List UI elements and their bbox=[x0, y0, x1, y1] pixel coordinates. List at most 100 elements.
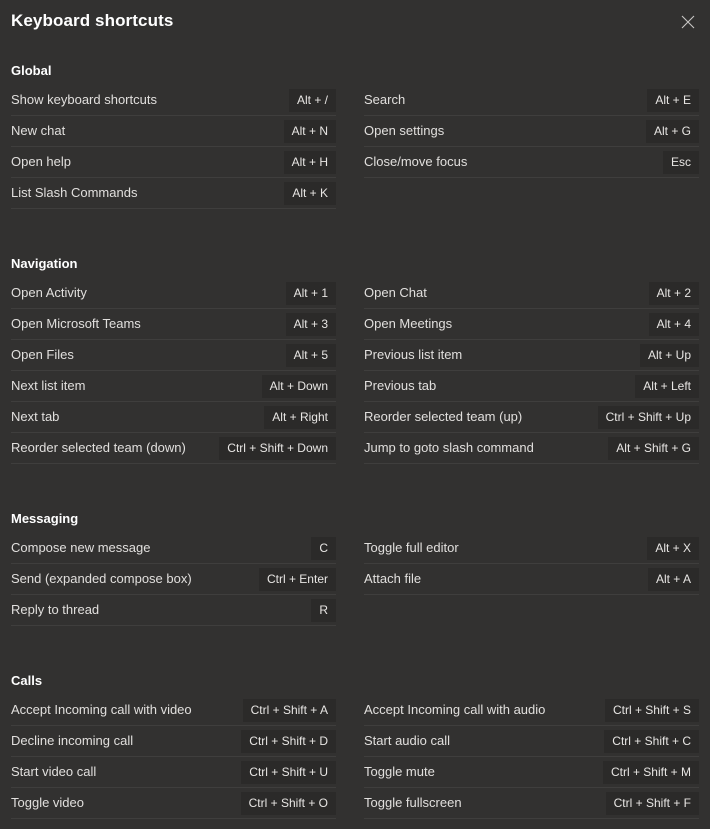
section-calls: Calls Accept Incoming call with video Ctrl… bbox=[0, 626, 710, 819]
shortcut-keys: Alt + H bbox=[283, 150, 336, 174]
shortcut-grid: Accept Incoming call with video Ctrl + Sh… bbox=[11, 695, 699, 819]
shortcut-label: Next list item bbox=[11, 378, 86, 393]
shortcut-label: Start video call bbox=[11, 764, 97, 779]
shortcut-keys: Alt + E bbox=[647, 88, 699, 112]
shortcut-column-right: Toggle full editor Alt + X Attach file Alt … bbox=[364, 533, 699, 626]
section-navigation: Navigation Open Activity Alt + 1 Open Micro… bbox=[0, 209, 710, 464]
shortcut-label: Show keyboard shortcuts bbox=[11, 92, 157, 107]
shortcut-label: Compose new message bbox=[11, 540, 151, 555]
shortcut-keys: Alt + N bbox=[283, 119, 336, 143]
shortcut-column-right: Open Chat Alt + 2 Open Meetings Alt + 4 Prev… bbox=[364, 278, 699, 464]
shortcut-row: Toggle video Ctrl + Shift + O bbox=[11, 788, 336, 819]
close-button[interactable] bbox=[672, 6, 704, 38]
shortcut-label: List Slash Commands bbox=[11, 185, 138, 200]
shortcut-label: Open Microsoft Teams bbox=[11, 316, 141, 331]
shortcut-keys: Alt + Down bbox=[261, 374, 336, 398]
shortcut-row: Open Files Alt + 5 bbox=[11, 340, 336, 371]
shortcut-row: Reorder selected team (down) Ctrl + Shift… bbox=[11, 433, 336, 464]
shortcut-row: Toggle full editor Alt + X bbox=[364, 533, 699, 564]
shortcut-label: Start audio call bbox=[364, 733, 450, 748]
shortcut-label: Previous tab bbox=[364, 378, 437, 393]
shortcut-keys: Alt + 1 bbox=[285, 281, 336, 305]
shortcut-column-left: Compose new message C Send (expanded compo… bbox=[11, 533, 336, 626]
shortcut-row: Previous tab Alt + Left bbox=[364, 371, 699, 402]
shortcut-keys: Ctrl + Shift + O bbox=[240, 791, 336, 815]
shortcut-keys: Ctrl + Shift + Up bbox=[597, 405, 699, 429]
shortcut-column-left: Open Activity Alt + 1 Open Microsoft Teams… bbox=[11, 278, 336, 464]
shortcut-keys: Alt + / bbox=[288, 88, 336, 112]
shortcut-keys: Esc bbox=[662, 150, 699, 174]
shortcut-label: Accept Incoming call with video bbox=[11, 702, 192, 717]
shortcut-label: Open Meetings bbox=[364, 316, 453, 331]
shortcut-label: Reply to thread bbox=[11, 602, 100, 617]
shortcut-label: Jump to goto slash command bbox=[364, 440, 534, 455]
shortcut-keys: Ctrl + Shift + U bbox=[241, 760, 336, 784]
shortcut-keys: Alt + Right bbox=[264, 405, 336, 429]
shortcut-row: Accept Incoming call with audio Ctrl + Sh… bbox=[364, 695, 699, 726]
shortcut-row: Start video call Ctrl + Shift + U bbox=[11, 757, 336, 788]
shortcut-label: Decline incoming call bbox=[11, 733, 134, 748]
shortcut-keys: Alt + 2 bbox=[648, 281, 699, 305]
shortcut-label: New chat bbox=[11, 123, 66, 138]
shortcut-label: Open Activity bbox=[11, 285, 87, 300]
shortcut-keys: Alt + 5 bbox=[285, 343, 336, 367]
section-messaging: Messaging Compose new message C Send (expan… bbox=[0, 464, 710, 626]
shortcut-row: Open Activity Alt + 1 bbox=[11, 278, 336, 309]
section-global: Global Show keyboard shortcuts Alt + / New … bbox=[0, 48, 710, 209]
shortcut-label: Toggle fullscreen bbox=[364, 795, 462, 810]
shortcut-column-right: Accept Incoming call with audio Ctrl + Sh… bbox=[364, 695, 699, 819]
shortcut-label: Open Files bbox=[11, 347, 74, 362]
shortcut-keys: Alt + X bbox=[647, 536, 699, 560]
shortcut-label: Open settings bbox=[364, 123, 445, 138]
close-icon bbox=[681, 15, 695, 29]
keyboard-shortcuts-dialog: Keyboard shortcuts Global Show keyboard s… bbox=[0, 0, 710, 829]
shortcut-row: Start audio call Ctrl + Shift + C bbox=[364, 726, 699, 757]
shortcut-row: Open Meetings Alt + 4 bbox=[364, 309, 699, 340]
shortcut-keys: Alt + K bbox=[284, 181, 336, 205]
shortcut-sections: Global Show keyboard shortcuts Alt + / New … bbox=[0, 48, 710, 819]
shortcut-label: Accept Incoming call with audio bbox=[364, 702, 546, 717]
page-title: Keyboard shortcuts bbox=[11, 11, 174, 30]
section-title: Calls bbox=[11, 673, 43, 688]
shortcut-row: New chat Alt + N bbox=[11, 116, 336, 147]
shortcut-row: Open Chat Alt + 2 bbox=[364, 278, 699, 309]
shortcut-keys: Ctrl + Shift + F bbox=[605, 791, 699, 815]
shortcut-grid: Compose new message C Send (expanded compo… bbox=[11, 533, 699, 626]
shortcut-row: Attach file Alt + A bbox=[364, 564, 699, 595]
section-title: Global bbox=[11, 63, 52, 78]
section-title: Messaging bbox=[11, 511, 79, 526]
section-title: Navigation bbox=[11, 256, 78, 271]
shortcut-label: Reorder selected team (up) bbox=[364, 409, 523, 424]
shortcut-row: Send (expanded compose box) Ctrl + Enter bbox=[11, 564, 336, 595]
shortcut-row: Open help Alt + H bbox=[11, 147, 336, 178]
shortcut-row: Search Alt + E bbox=[364, 85, 699, 116]
shortcut-row: Compose new message C bbox=[11, 533, 336, 564]
shortcut-row: List Slash Commands Alt + K bbox=[11, 178, 336, 209]
shortcut-row: Toggle mute Ctrl + Shift + M bbox=[364, 757, 699, 788]
shortcut-row: Close/move focus Esc bbox=[364, 147, 699, 178]
shortcut-label: Reorder selected team (down) bbox=[11, 440, 186, 455]
shortcut-row: Previous list item Alt + Up bbox=[364, 340, 699, 371]
shortcut-column-left: Accept Incoming call with video Ctrl + Sh… bbox=[11, 695, 336, 819]
shortcut-grid: Show keyboard shortcuts Alt + / New chat Al… bbox=[11, 85, 699, 209]
shortcut-label: Close/move focus bbox=[364, 154, 468, 169]
shortcut-label: Previous list item bbox=[364, 347, 463, 362]
shortcut-row: Reply to thread R bbox=[11, 595, 336, 626]
shortcut-row: Reorder selected team (up) Ctrl + Shift +… bbox=[364, 402, 699, 433]
shortcut-keys: Alt + G bbox=[645, 119, 699, 143]
shortcut-keys: Alt + Up bbox=[639, 343, 699, 367]
shortcut-keys: Alt + Left bbox=[635, 374, 699, 398]
shortcut-grid: Open Activity Alt + 1 Open Microsoft Teams… bbox=[11, 278, 699, 464]
shortcut-row: Next tab Alt + Right bbox=[11, 402, 336, 433]
shortcut-row: Next list item Alt + Down bbox=[11, 371, 336, 402]
shortcut-keys: Ctrl + Shift + D bbox=[241, 729, 336, 753]
shortcut-label: Toggle mute bbox=[364, 764, 435, 779]
shortcut-label: Open Chat bbox=[364, 285, 427, 300]
shortcut-keys: Alt + A bbox=[647, 567, 699, 591]
shortcut-row: Accept Incoming call with video Ctrl + Sh… bbox=[11, 695, 336, 726]
shortcut-column-right: Search Alt + E Open settings Alt + G Close/m… bbox=[364, 85, 699, 209]
shortcut-row: Jump to goto slash command Alt + Shift + … bbox=[364, 433, 699, 464]
shortcut-column-left: Show keyboard shortcuts Alt + / New chat Al… bbox=[11, 85, 336, 209]
shortcut-label: Search bbox=[364, 92, 406, 107]
shortcut-label: Toggle full editor bbox=[364, 540, 459, 555]
